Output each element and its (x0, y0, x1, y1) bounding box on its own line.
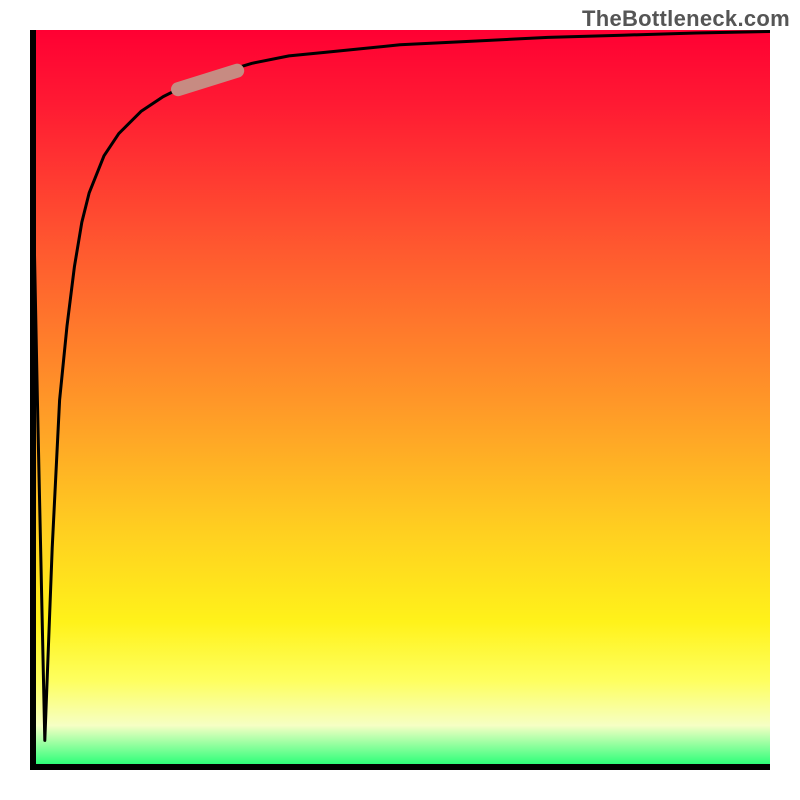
y-axis (30, 30, 36, 770)
x-axis (30, 764, 770, 770)
watermark-text: TheBottleneck.com (582, 6, 790, 32)
chart-container: TheBottleneck.com (0, 0, 800, 800)
plot-gradient-background (30, 30, 770, 770)
